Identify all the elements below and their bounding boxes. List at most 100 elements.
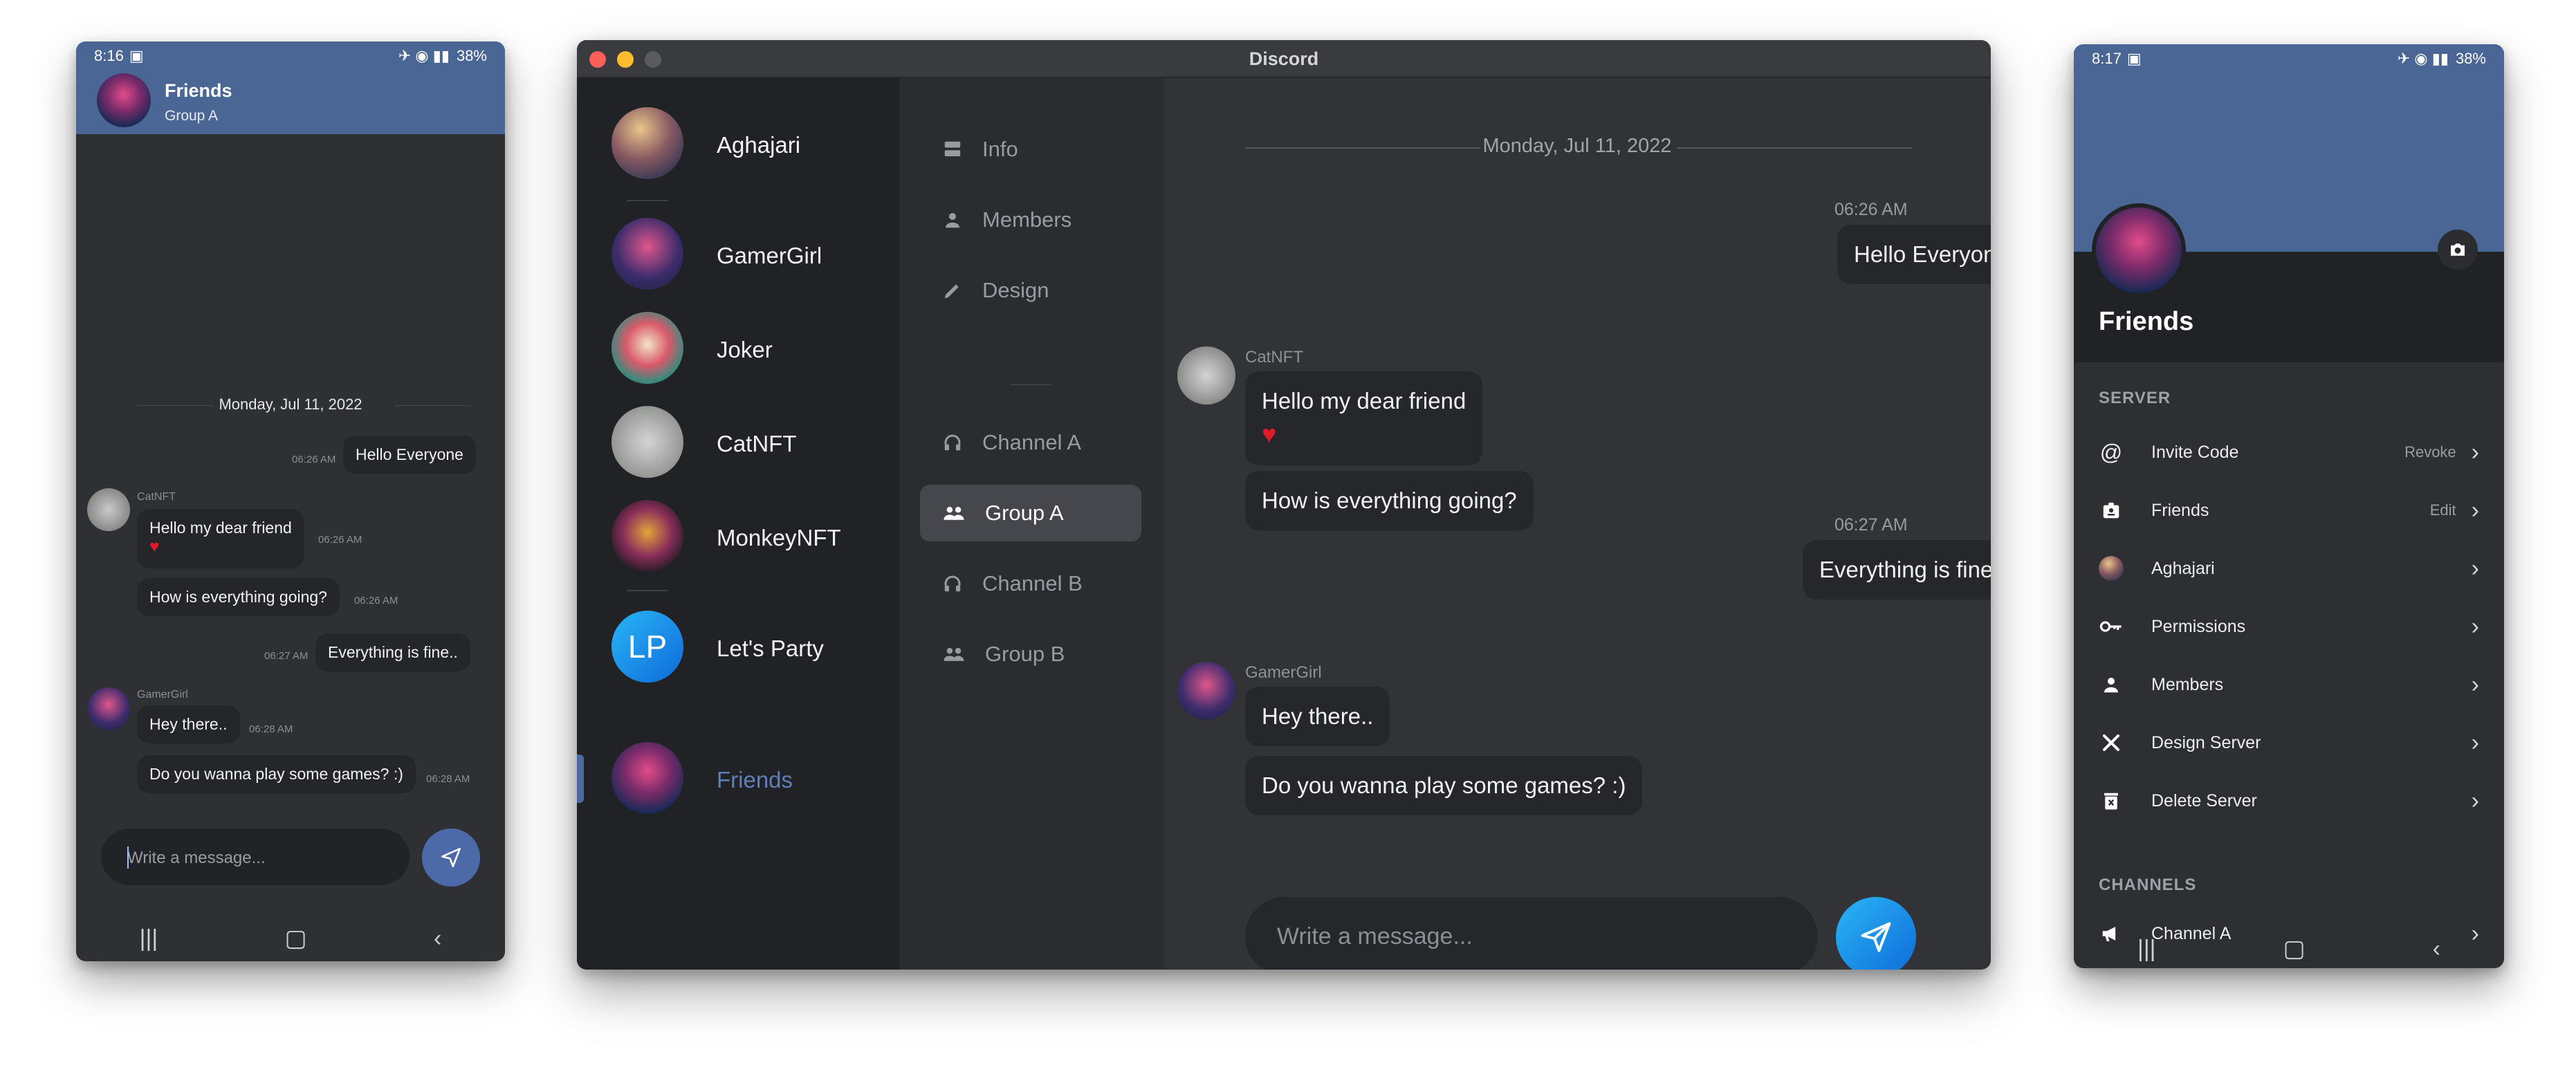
home-button[interactable]: ▢ [2283,935,2306,963]
message-input[interactable]: Write a message... [101,828,410,885]
server-icon-monkeynft[interactable] [611,500,683,572]
signal-icon: ✈ ◉ ▮▮ [398,47,450,64]
edit-action[interactable]: Edit [2430,501,2456,519]
message-input[interactable]: Write a message... [1245,897,1818,970]
heart-emoji: ♥ [149,537,160,556]
channel-label: Channel B [982,571,1083,595]
chevron-right-icon: › [2471,497,2479,524]
server-icon-gamergirl[interactable] [611,218,683,290]
message-bubble[interactable]: Hello Everyone [343,436,476,474]
server-icon-friends[interactable] [611,742,683,814]
group-icon [944,647,964,661]
back-button[interactable]: ‹ [434,925,441,952]
chat-area: Monday, Jul 11, 2022 06:26 AM Hello Ever… [1163,78,1991,970]
chat-header[interactable]: 8:16 ▣ ✈ ◉ ▮▮ 38% Friends Group A [76,41,505,134]
server-list: Aghajari GamerGirl Joker CatNFT MonkeyNF… [577,78,899,970]
server-icon-aghajari[interactable] [611,107,683,179]
row-label: Members [2151,674,2224,694]
server-name[interactable]: Let's Party [717,636,824,662]
gamergirl-avatar[interactable] [1177,662,1235,720]
back-button[interactable]: ‹ [2433,936,2440,963]
server-name[interactable]: CatNFT [717,431,797,457]
message-author: CatNFT [137,491,176,503]
message-bubble[interactable]: Do you wanna play some games? :) [1245,756,1643,815]
status-time: 8:17 [2092,50,2122,67]
menu-item-info[interactable]: Info [920,121,1141,178]
row-label: Permissions [2151,616,2246,636]
server-icon-joker[interactable] [611,312,683,384]
settings-row-permissions[interactable]: Permissions › [2074,598,2504,656]
settings-row-members[interactable]: Members › [2074,656,2504,714]
catnft-avatar[interactable] [1177,346,1235,405]
selected-indicator [577,754,584,803]
settings-row-delete-server[interactable]: Delete Server › [2074,772,2504,830]
message-bubble[interactable]: Hey there.. [1245,687,1390,746]
channel-label: Group B [985,642,1065,666]
settings-row-friends[interactable]: Friends Edit › [2074,481,2504,539]
chat-title: Friends [165,80,232,101]
menu-item-members[interactable]: Members [920,192,1141,248]
server-name[interactable]: Joker [717,337,773,363]
send-button[interactable] [1836,897,1916,970]
message-bubble[interactable]: Hello Everyone [1837,225,1991,284]
channel-item-group-b[interactable]: Group B [920,626,1141,683]
gamergirl-avatar[interactable] [87,687,130,730]
channel-label: Group A [985,501,1064,525]
chevron-right-icon: › [2471,671,2479,698]
status-bar: 8:16 ▣ ✈ ◉ ▮▮ 38% [76,41,505,71]
catnft-avatar[interactable] [87,488,130,531]
server-name[interactable]: GamerGirl [717,243,822,269]
message-text: Hello my dear friend [1262,388,1466,414]
message-bubble[interactable]: Do you wanna play some games? :) [137,755,416,793]
server-name[interactable]: Aghajari [717,132,800,158]
close-window-button[interactable] [589,51,606,68]
window-titlebar[interactable]: Discord [577,40,1991,77]
row-label: Design Server [2151,732,2261,752]
message-time: 06:26 AM [318,534,362,546]
trash-icon [2099,788,2124,813]
person-icon [2099,672,2124,697]
message-time: 06:27 AM [1834,515,1908,535]
battery-level: 38% [456,47,487,64]
chevron-right-icon: › [2471,555,2479,582]
recents-button[interactable]: ||| [140,925,158,952]
channel-item-channel-a[interactable]: Channel A [920,414,1141,471]
zoom-window-button[interactable] [645,51,661,68]
server-icon-catnft[interactable] [611,406,683,478]
send-button[interactable] [422,828,480,887]
settings-row-invite-code[interactable]: @ Invite Code Revoke › [2074,423,2504,481]
server-avatar[interactable] [2092,203,2186,297]
desktop-window: Discord Aghajari GamerGirl Joker CatNFT … [577,40,1991,970]
signal-icon: ✈ ◉ ▮▮ [2397,50,2449,67]
server-name[interactable]: MonkeyNFT [717,525,841,551]
recents-button[interactable]: ||| [2137,936,2156,963]
message-bubble[interactable]: Hello my dear friend ♥ [1245,371,1483,465]
change-photo-button[interactable] [2438,230,2478,270]
divider [1010,384,1051,385]
settings-row-design-server[interactable]: Design Server › [2074,714,2504,772]
server-name-selected[interactable]: Friends [717,767,793,793]
key-icon [2099,614,2124,639]
message-bubble[interactable]: How is everything going? [1245,471,1534,530]
menu-item-design[interactable]: Design [920,262,1141,319]
settings-row-aghajari[interactable]: Aghajari › [2074,539,2504,598]
minimize-window-button[interactable] [617,51,634,68]
message-time: 06:26 AM [1834,200,1908,219]
server-icon-lets-party[interactable]: LP [611,611,683,683]
message-bubble[interactable]: Everything is fine.. [315,633,470,672]
divider [627,200,668,201]
date-divider: Monday, Jul 11, 2022 [1163,135,1991,158]
channel-item-group-a[interactable]: Group A [920,485,1141,541]
message-bubble[interactable]: Everything is fine.. [1803,540,1991,600]
home-button[interactable]: ▢ [285,925,307,952]
message-bubble[interactable]: Hey there.. [137,705,240,743]
revoke-action[interactable]: Revoke [2404,443,2456,461]
message-bubble[interactable]: Hello my dear friend ♥ [137,509,304,568]
message-bubble[interactable]: How is everything going? [137,578,340,616]
send-icon [1861,922,1891,952]
android-nav-bar: ||| ▢ ‹ [2074,929,2504,968]
row-label: Friends [2151,500,2209,520]
headphones-icon [944,434,961,451]
message-time: 06:27 AM [264,650,309,662]
channel-item-channel-b[interactable]: Channel B [920,555,1141,612]
